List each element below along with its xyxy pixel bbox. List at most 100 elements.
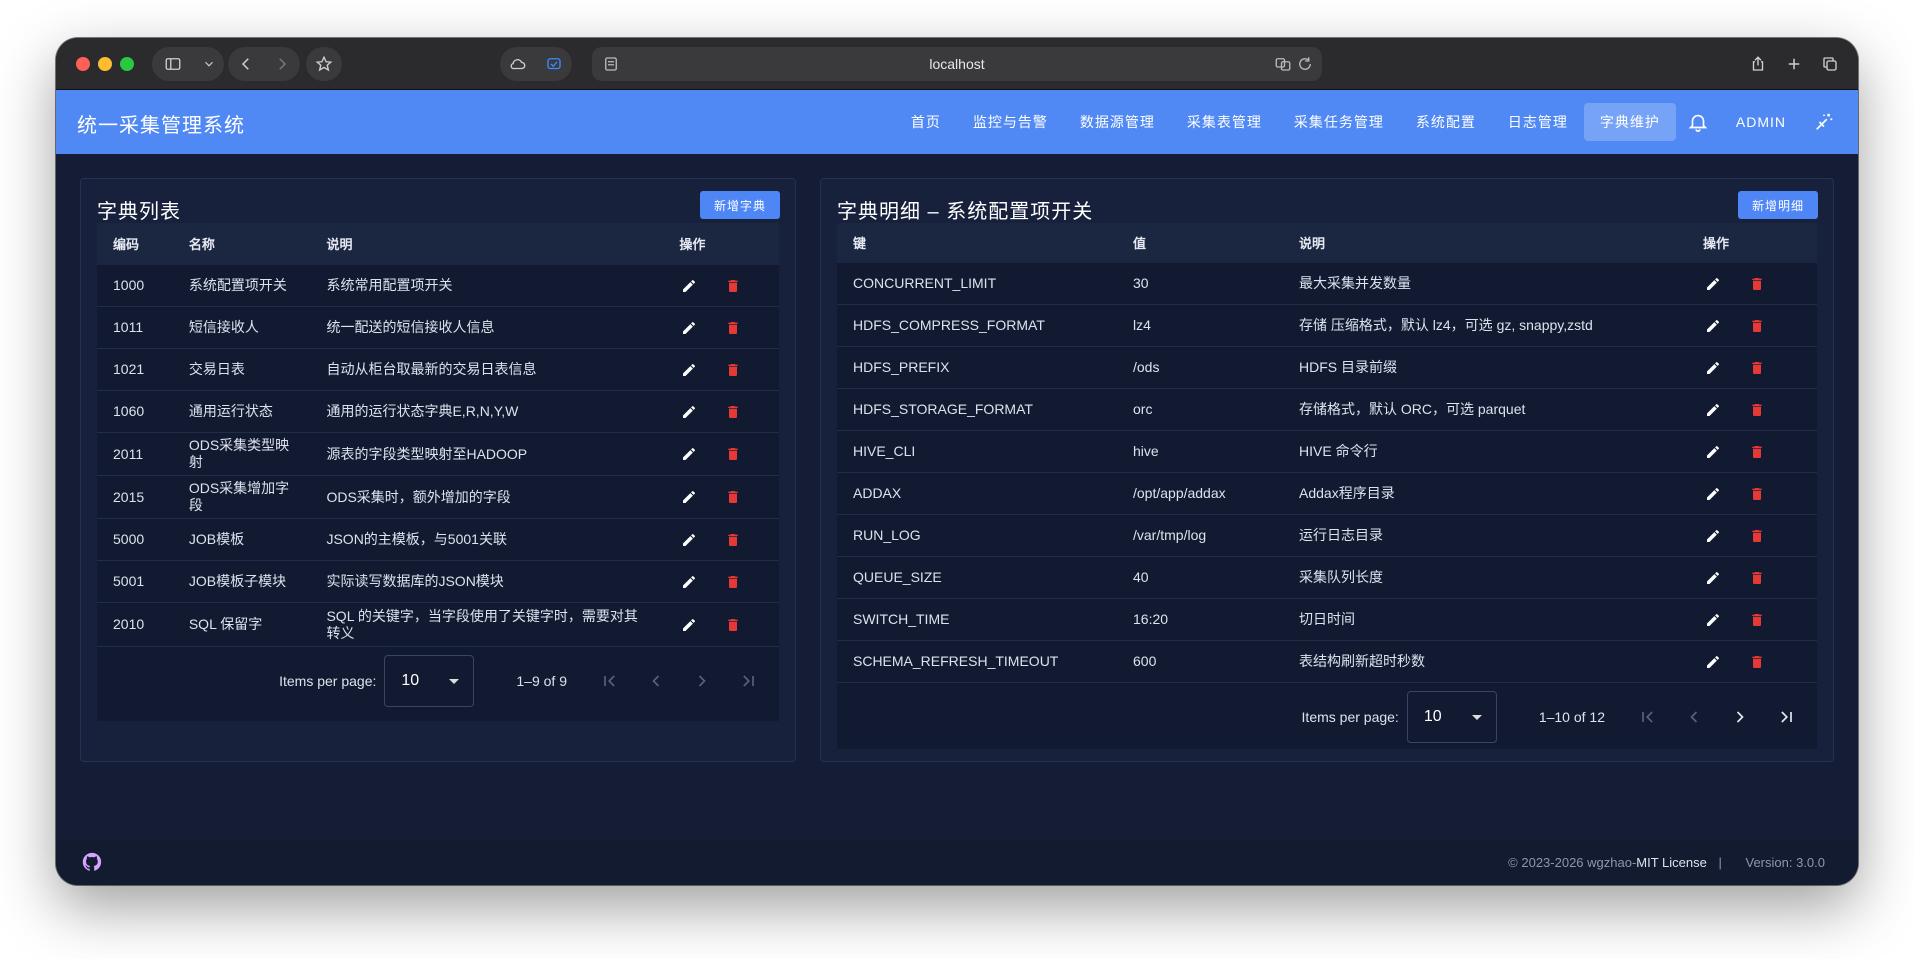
delete-icon[interactable] — [1747, 652, 1767, 672]
tab-overview-icon[interactable] — [1814, 48, 1846, 80]
nav-home[interactable]: 首页 — [895, 103, 957, 141]
delete-icon[interactable] — [1747, 484, 1767, 504]
delete-icon[interactable] — [723, 572, 743, 592]
edit-icon[interactable] — [679, 572, 699, 592]
edit-icon[interactable] — [679, 318, 699, 338]
forward-icon[interactable] — [266, 48, 298, 80]
edit-icon[interactable] — [1703, 442, 1723, 462]
next-page-icon[interactable] — [679, 658, 725, 704]
delete-icon[interactable] — [723, 487, 743, 507]
prev-page-icon[interactable] — [1671, 694, 1717, 740]
edit-icon[interactable] — [1703, 652, 1723, 672]
dict-detail-pagination: Items per page: 10 1–10 of 12 — [837, 683, 1817, 751]
edit-icon[interactable] — [1703, 484, 1723, 504]
items-per-page-select[interactable]: 10 — [384, 655, 475, 707]
table-row: HDFS_COMPRESS_FORMAT lz4 存储 压缩格式，默认 lz4，可选… — [837, 305, 1817, 347]
delete-icon[interactable] — [1747, 358, 1767, 378]
prev-page-icon[interactable] — [633, 658, 679, 704]
cell-name: 系统配置项开关 — [188, 277, 287, 293]
last-page-icon[interactable] — [725, 658, 771, 704]
star-icon[interactable] — [308, 48, 340, 80]
browser-window: localhost 统一采集管理系统 首页 监控与告警 数据源管理 采集表管理 … — [56, 38, 1858, 885]
bell-icon[interactable] — [1676, 103, 1720, 141]
edit-icon[interactable] — [1703, 274, 1723, 294]
cell-name: 短信接收人 — [188, 319, 259, 335]
nav-dictionary[interactable]: 字典维护 — [1583, 103, 1676, 141]
delete-icon[interactable] — [1747, 442, 1767, 462]
edit-icon[interactable] — [679, 360, 699, 380]
cell-desc: 通用的运行状态字典E,R,N,Y,W — [326, 403, 519, 419]
minimize-window-button[interactable] — [98, 57, 112, 71]
chevron-down-icon[interactable] — [199, 48, 219, 80]
items-per-page-select[interactable]: 10 — [1406, 691, 1497, 743]
back-icon[interactable] — [230, 48, 262, 80]
table-row: 1011 短信接收人 统一配送的短信接收人信息 — [97, 307, 779, 349]
edit-icon[interactable] — [679, 487, 699, 507]
close-window-button[interactable] — [76, 57, 90, 71]
address-bar[interactable]: localhost — [592, 47, 1322, 81]
edit-icon[interactable] — [1703, 400, 1723, 420]
edit-icon[interactable] — [1703, 316, 1723, 336]
add-detail-button[interactable]: 新增明细 — [1737, 191, 1818, 219]
nav-logs[interactable]: 日志管理 — [1492, 103, 1584, 141]
edit-icon[interactable] — [679, 402, 699, 422]
cloud-icon[interactable] — [502, 48, 534, 80]
nav-system-config[interactable]: 系统配置 — [1400, 103, 1492, 141]
nav-collect-tables[interactable]: 采集表管理 — [1171, 103, 1278, 141]
theme-toggle-icon[interactable] — [1802, 103, 1846, 141]
cell-value: lz4 — [1133, 317, 1151, 333]
edit-icon[interactable] — [679, 276, 699, 296]
next-page-icon[interactable] — [1717, 694, 1763, 740]
delete-icon[interactable] — [723, 276, 743, 296]
first-page-icon[interactable] — [587, 658, 633, 704]
delete-icon[interactable] — [1747, 526, 1767, 546]
delete-icon[interactable] — [1747, 400, 1767, 420]
copyright: © 2023-2026 wgzhao- — [1508, 855, 1637, 870]
sidebar-icon[interactable] — [157, 48, 189, 80]
first-page-icon[interactable] — [1625, 694, 1671, 740]
edit-icon[interactable] — [679, 444, 699, 464]
edit-icon[interactable] — [679, 615, 699, 635]
last-page-icon[interactable] — [1763, 694, 1809, 740]
cell-value: /var/tmp/log — [1133, 527, 1207, 543]
nav-collect-tasks[interactable]: 采集任务管理 — [1278, 103, 1400, 141]
page-menu-icon[interactable] — [602, 55, 620, 73]
zoom-window-button[interactable] — [120, 57, 134, 71]
table-row: 2010 SQL 保留字 SQL 的关键字，当字段使用了关键字时，需要对其转义 — [97, 603, 779, 647]
github-icon[interactable] — [81, 851, 103, 873]
delete-icon[interactable] — [1747, 610, 1767, 630]
extension-icon[interactable] — [538, 48, 570, 80]
edit-icon[interactable] — [1703, 610, 1723, 630]
edit-icon[interactable] — [679, 530, 699, 550]
delete-icon[interactable] — [723, 402, 743, 422]
nav-datasource[interactable]: 数据源管理 — [1064, 103, 1171, 141]
cell-desc: 最大采集并发数量 — [1299, 275, 1411, 291]
delete-icon[interactable] — [723, 360, 743, 380]
nav-monitor-alerts[interactable]: 监控与告警 — [957, 103, 1064, 141]
translate-icon[interactable] — [1274, 55, 1292, 73]
delete-icon[interactable] — [1747, 316, 1767, 336]
add-dict-button[interactable]: 新增字典 — [699, 191, 780, 219]
bookmark-group — [306, 47, 342, 81]
cell-key: RUN_LOG — [853, 527, 921, 543]
edit-icon[interactable] — [1703, 568, 1723, 588]
share-icon[interactable] — [1742, 48, 1774, 80]
delete-icon[interactable] — [723, 444, 743, 464]
caret-down-icon — [1471, 714, 1482, 720]
new-tab-icon[interactable] — [1778, 48, 1810, 80]
delete-icon[interactable] — [723, 615, 743, 635]
delete-icon[interactable] — [1747, 274, 1767, 294]
reload-icon[interactable] — [1296, 55, 1314, 73]
edit-icon[interactable] — [1703, 358, 1723, 378]
license-link[interactable]: MIT License — [1636, 855, 1707, 870]
row-actions — [663, 530, 779, 550]
items-per-page-value: 10 — [401, 672, 420, 689]
edit-icon[interactable] — [1703, 526, 1723, 546]
cell-name: 通用运行状态 — [188, 403, 273, 419]
user-menu[interactable]: ADMIN — [1720, 103, 1802, 141]
delete-icon[interactable] — [723, 318, 743, 338]
cell-code: 2015 — [113, 488, 145, 505]
delete-icon[interactable] — [1747, 568, 1767, 588]
delete-icon[interactable] — [723, 530, 743, 550]
cell-code: 1021 — [113, 361, 145, 377]
